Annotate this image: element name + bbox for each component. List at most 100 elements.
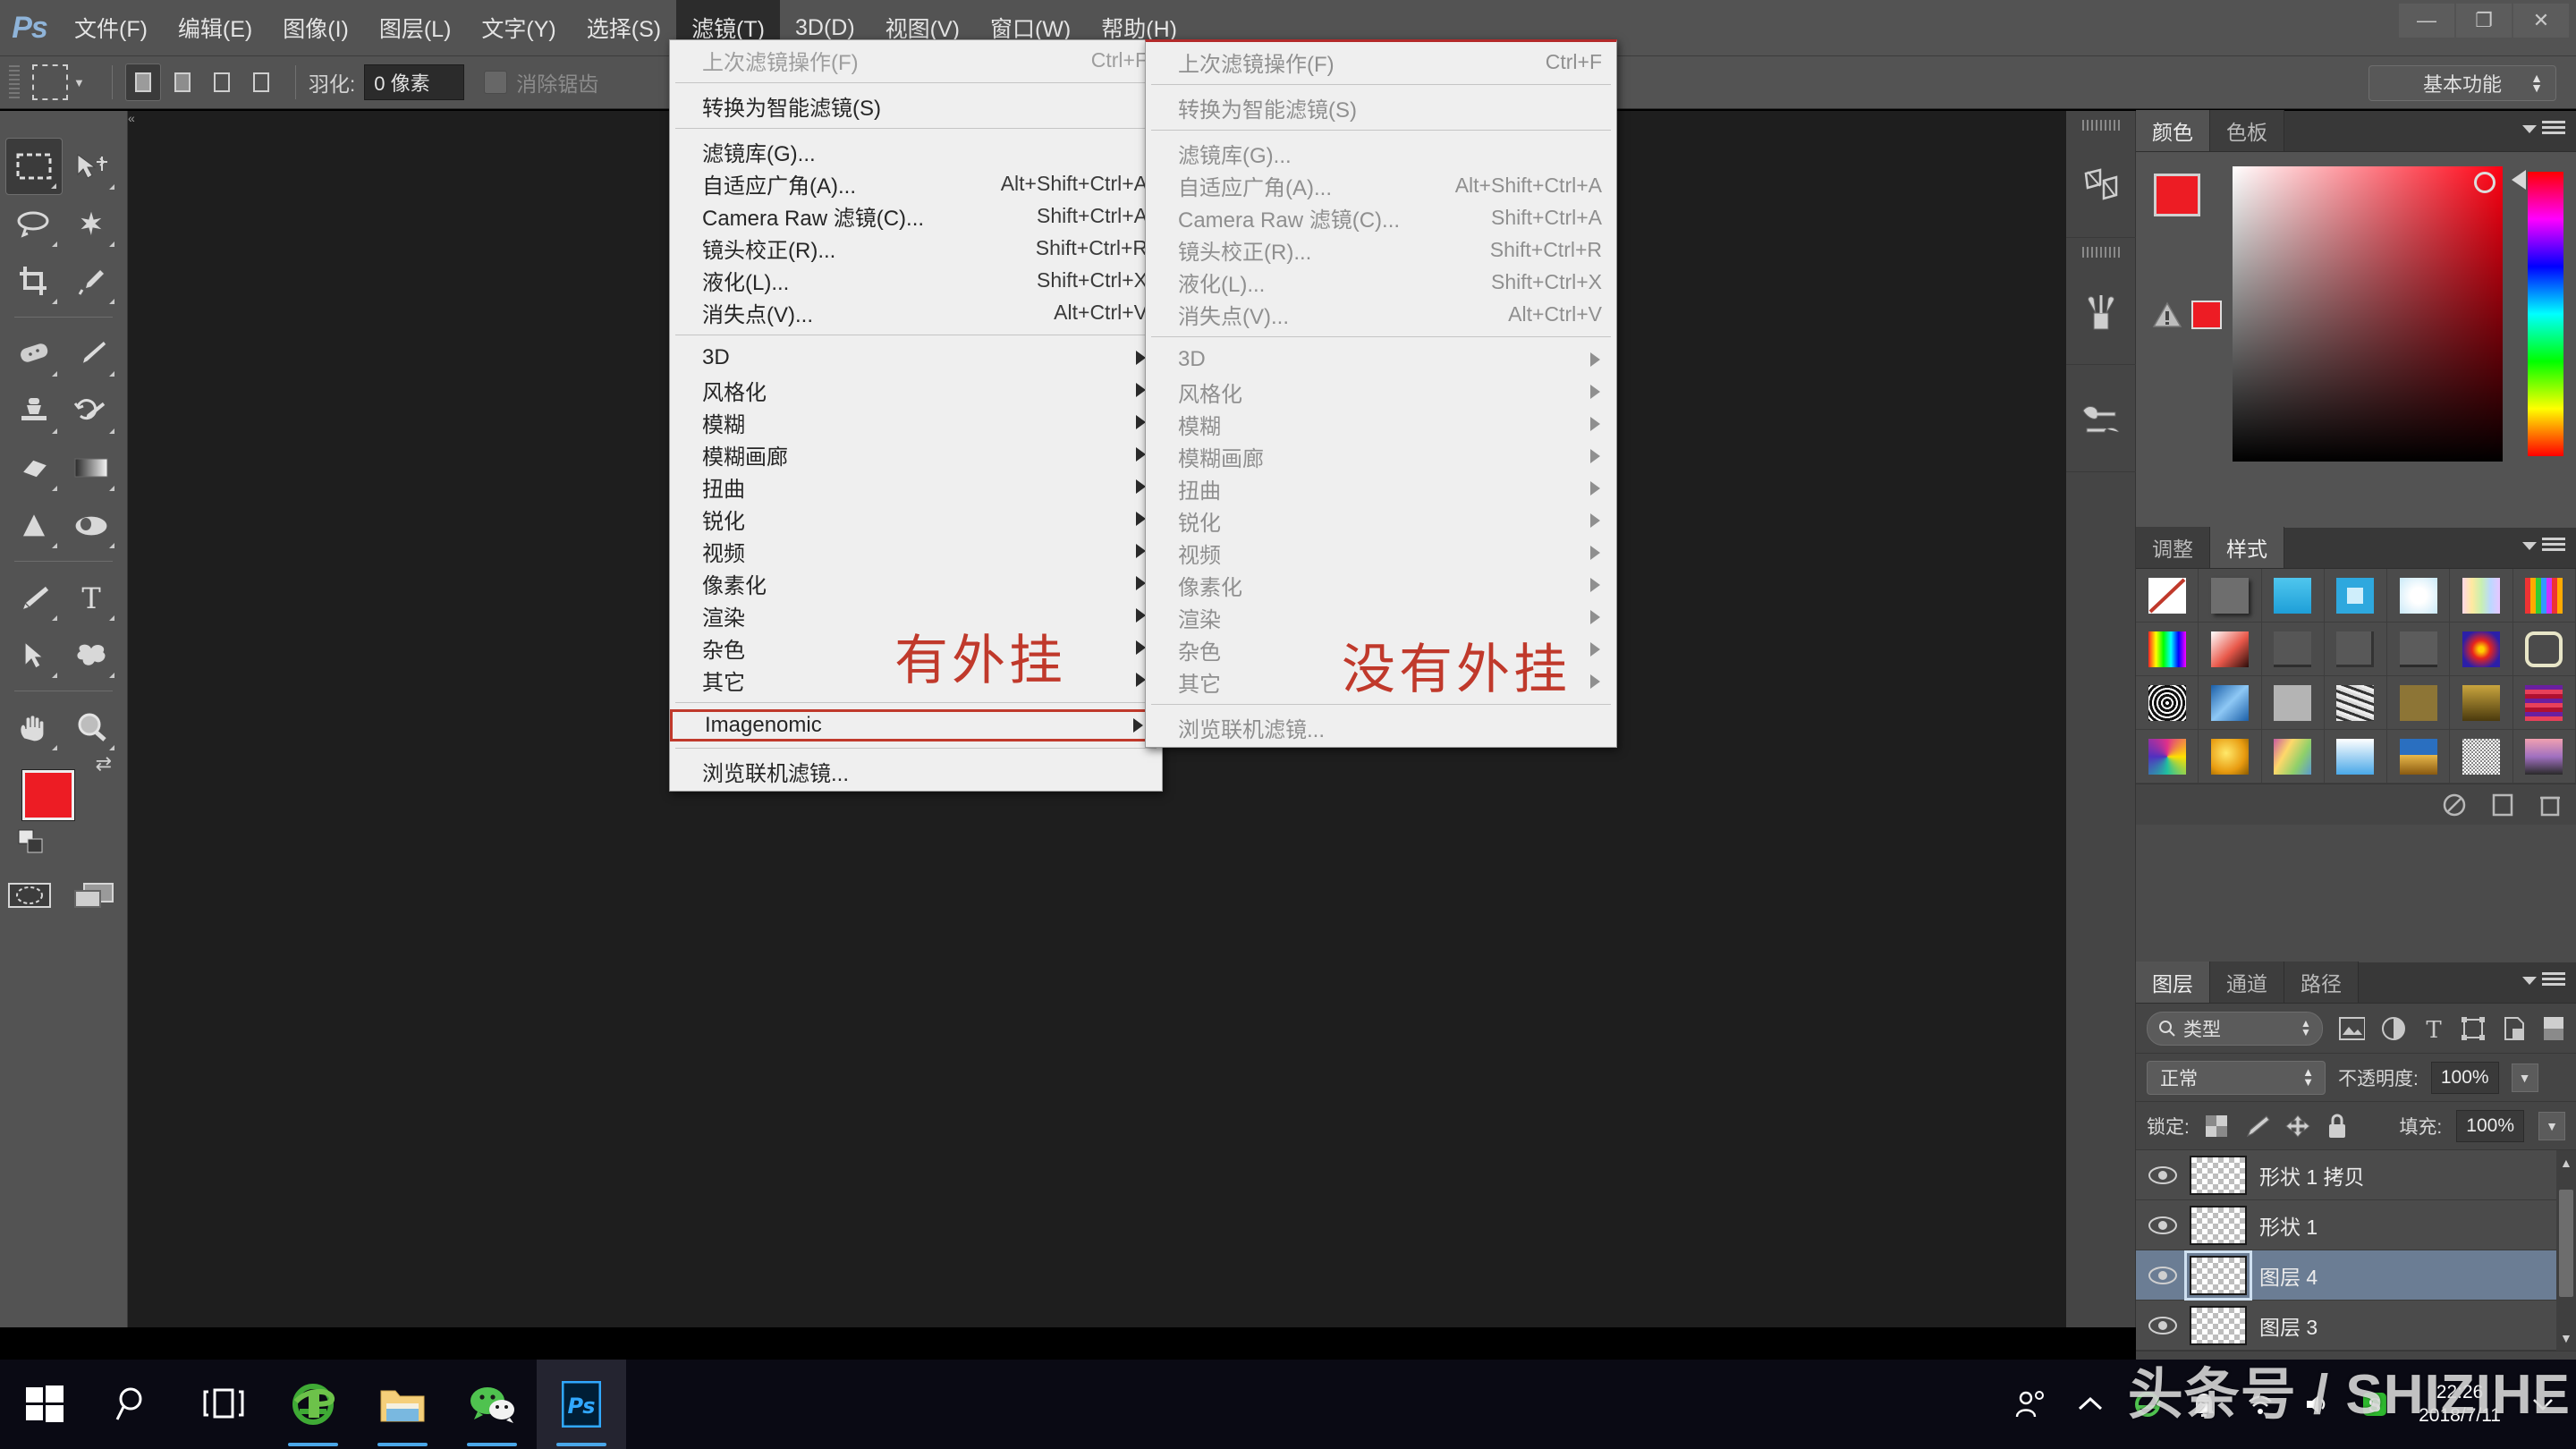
menu-item-camera-raw-filter[interactable]: Camera Raw 滤镜(C)... Shift+Ctrl+A <box>670 199 1162 232</box>
layer-name[interactable]: 形状 1 拷贝 <box>2259 1160 2365 1191</box>
menu-item-noise-r[interactable]: 杂色 <box>1146 633 1616 665</box>
menu-layer[interactable]: 图层(L) <box>364 0 467 55</box>
menu-item-vanishing-point[interactable]: 消失点(V)... Alt+Ctrl+V <box>670 296 1162 328</box>
table-row[interactable]: 形状 1 拷贝 <box>2136 1150 2576 1200</box>
tab-adjustments[interactable]: 调整 <box>2136 527 2210 568</box>
brush-tool[interactable] <box>63 325 120 382</box>
menu-item-blur[interactable]: 模糊 <box>670 406 1162 438</box>
history-brush-tool[interactable] <box>63 382 120 439</box>
volume-icon[interactable] <box>2304 1392 2331 1417</box>
layer-name[interactable]: 图层 4 <box>2259 1260 2318 1291</box>
style-swatch[interactable] <box>2261 676 2325 730</box>
lock-transparency-icon[interactable] <box>2204 1114 2229 1139</box>
style-swatch[interactable] <box>2136 623 2199 676</box>
dock-grip[interactable] <box>2081 120 2120 131</box>
photoshop-taskbar-button[interactable]: Ps <box>537 1360 626 1449</box>
antialias-checkbox[interactable] <box>484 71 508 94</box>
style-swatch[interactable] <box>2136 730 2199 784</box>
lock-image-icon[interactable] <box>2243 1114 2270 1139</box>
opacity-dropdown-button[interactable]: ▼ <box>2511 1063 2538 1092</box>
menu-item-imagenomic[interactable]: Imagenomic <box>670 709 1162 741</box>
sogou-input-icon[interactable]: S <box>2361 1391 2388 1418</box>
style-swatch[interactable] <box>2450 569 2513 623</box>
style-swatch[interactable] <box>2136 676 2199 730</box>
default-colors-icon[interactable] <box>17 828 47 860</box>
style-swatch[interactable] <box>2387 730 2451 784</box>
layer-list-scrollbar[interactable]: ▲ ▼ <box>2556 1150 2576 1351</box>
menu-item-adaptive-wide-angle-r[interactable]: 自适应广角(A)... Alt+Shift+Ctrl+A <box>1146 169 1616 201</box>
layer-visibility-toggle[interactable] <box>2136 1266 2190 1285</box>
tab-channels[interactable]: 通道 <box>2210 962 2284 1003</box>
menu-item-blur-gallery[interactable]: 模糊画廊 <box>670 438 1162 470</box>
panel-menu-button[interactable] <box>2522 538 2565 554</box>
menu-item-pixelate-r[interactable]: 像素化 <box>1146 569 1616 601</box>
type-tool[interactable]: T <box>63 569 120 626</box>
menu-type[interactable]: 文字(Y) <box>466 0 571 55</box>
blur-tool[interactable] <box>5 496 63 554</box>
wechat-button[interactable] <box>447 1360 537 1449</box>
style-swatch-none[interactable] <box>2136 569 2199 623</box>
filter-type-icon[interactable]: T <box>2422 1016 2445 1041</box>
new-selection-button[interactable] <box>124 64 161 101</box>
restore-button[interactable]: ❐ <box>2456 4 2512 38</box>
people-icon[interactable] <box>2014 1389 2046 1419</box>
layer-name[interactable]: 图层 3 <box>2259 1310 2318 1341</box>
menu-item-stylize[interactable]: 风格化 <box>670 374 1162 406</box>
move-tool[interactable] <box>63 138 120 195</box>
minimize-button[interactable]: — <box>2399 4 2454 38</box>
menu-item-filter-gallery[interactable]: 滤镜库(G)... <box>670 135 1162 167</box>
opacity-value[interactable]: 100% <box>2430 1061 2499 1094</box>
feather-input[interactable]: 0 像素 <box>364 64 465 100</box>
menu-item-distort-r[interactable]: 扭曲 <box>1146 472 1616 504</box>
tab-paths[interactable]: 路径 <box>2284 962 2359 1003</box>
style-swatch[interactable] <box>2324 569 2388 623</box>
delete-style-icon[interactable] <box>2538 792 2562 818</box>
lasso-tool[interactable] <box>5 195 63 252</box>
eraser-tool[interactable] <box>5 439 63 496</box>
filter-smart-object-icon[interactable] <box>2502 1016 2527 1041</box>
menu-item-blur-gallery-r[interactable]: 模糊画廊 <box>1146 440 1616 472</box>
menu-item-other-r[interactable]: 其它 <box>1146 665 1616 698</box>
layer-visibility-toggle[interactable] <box>2136 1165 2190 1185</box>
custom-shape-tool[interactable] <box>63 626 120 683</box>
color-field-cursor[interactable] <box>2474 172 2496 193</box>
menu-item-distort[interactable]: 扭曲 <box>670 470 1162 503</box>
style-swatch[interactable] <box>2450 623 2513 676</box>
menu-item-browse-online-filters[interactable]: 浏览联机滤镜... <box>670 755 1162 787</box>
style-swatch[interactable] <box>2512 569 2576 623</box>
fill-value[interactable]: 100% <box>2456 1109 2524 1142</box>
style-swatch[interactable] <box>2450 730 2513 784</box>
menu-item-sharpen-r[interactable]: 锐化 <box>1146 504 1616 537</box>
scroll-up-icon[interactable]: ▲ <box>2560 1156 2572 1170</box>
panel-menu-button[interactable] <box>2522 972 2565 988</box>
rectangular-marquee-tool[interactable] <box>5 138 63 195</box>
clone-stamp-tool[interactable] <box>5 382 63 439</box>
foreground-color-chip[interactable] <box>2154 174 2200 216</box>
layer-filter-select[interactable]: 类型 ▲ ▼ <box>2147 1011 2323 1046</box>
menu-item-lens-correction[interactable]: 镜头校正(R)... Shift+Ctrl+R <box>670 232 1162 264</box>
brush-settings-panel-icon[interactable] <box>2066 365 2136 472</box>
subtract-from-selection-button[interactable] <box>204 64 240 101</box>
style-swatch[interactable] <box>2199 569 2262 623</box>
brush-presets-panel-icon[interactable] <box>2066 258 2136 365</box>
screen-mode-button[interactable] <box>70 877 118 913</box>
menu-item-browse-online-filters-r[interactable]: 浏览联机滤镜... <box>1146 711 1616 743</box>
menu-item-3d[interactable]: 3D <box>670 342 1162 374</box>
search-button[interactable] <box>89 1360 179 1449</box>
swap-colors-icon[interactable]: ⇄ <box>96 752 112 775</box>
lock-position-icon[interactable] <box>2284 1114 2311 1139</box>
add-to-selection-button[interactable] <box>165 64 200 101</box>
layer-thumbnail[interactable] <box>2190 1205 2247 1245</box>
menu-item-adaptive-wide-angle[interactable]: 自适应广角(A)... Alt+Shift+Ctrl+A <box>670 167 1162 199</box>
menu-item-filter-gallery-r[interactable]: 滤镜库(G)... <box>1146 137 1616 169</box>
menu-item-last-filter[interactable]: 上次滤镜操作(F) Ctrl+F <box>670 44 1162 76</box>
style-swatch[interactable] <box>2324 730 2388 784</box>
style-swatch[interactable] <box>2261 730 2325 784</box>
healing-brush-tool[interactable] <box>5 325 63 382</box>
table-row[interactable]: 图层 4 <box>2136 1250 2576 1301</box>
gamut-swatch[interactable] <box>2191 301 2222 329</box>
network-icon[interactable] <box>2247 1392 2274 1417</box>
dock-grip[interactable] <box>2081 247 2120 258</box>
scroll-down-icon[interactable]: ▼ <box>2560 1331 2572 1345</box>
layer-thumbnail[interactable] <box>2190 1155 2247 1195</box>
